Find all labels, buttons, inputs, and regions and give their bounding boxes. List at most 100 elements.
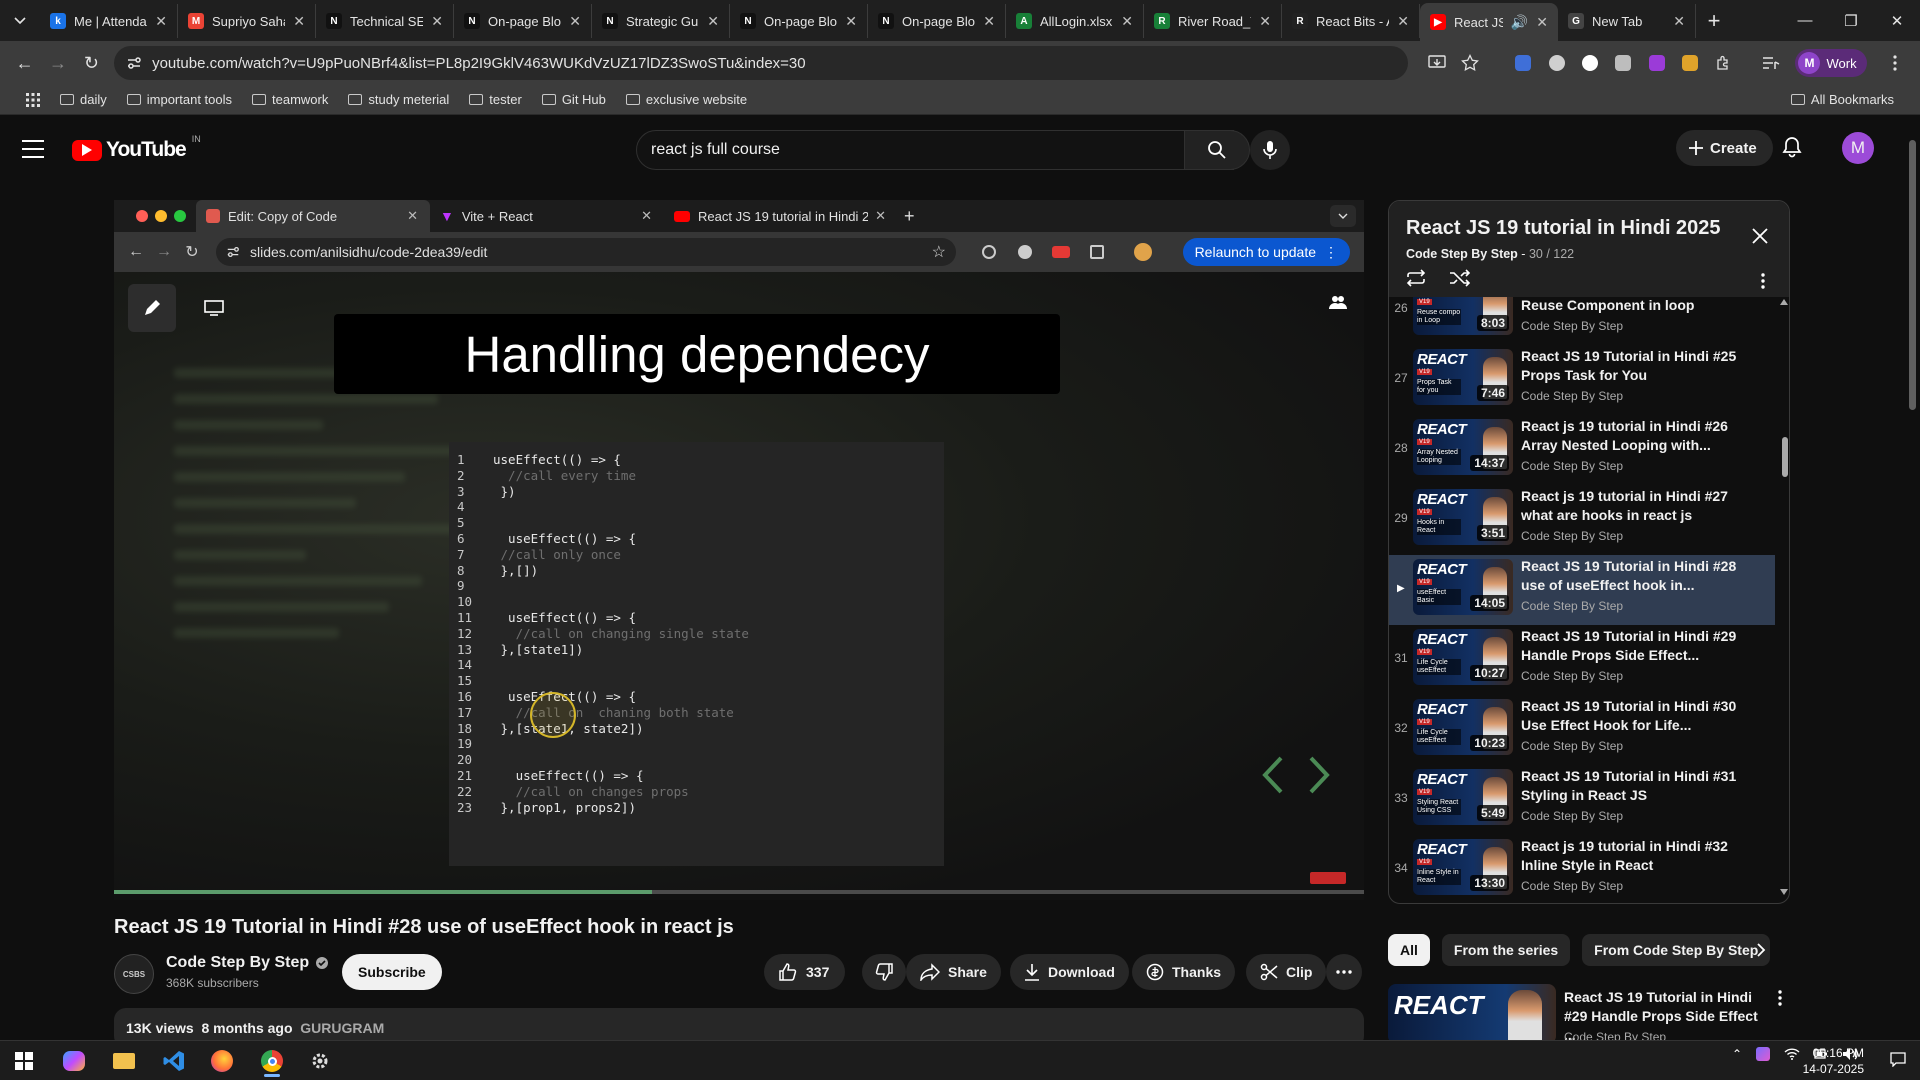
- loop-icon[interactable]: [1405, 269, 1427, 287]
- share-button[interactable]: Share: [906, 954, 1001, 990]
- settings-gear-icon[interactable]: [300, 1045, 340, 1077]
- voice-search-button[interactable]: [1250, 130, 1290, 170]
- channel-avatar[interactable]: CSBS: [114, 954, 154, 994]
- filter-chip[interactable]: From the series: [1441, 934, 1571, 966]
- tray-expand-icon[interactable]: ⌃: [1732, 1047, 1742, 1061]
- browser-tab[interactable]: N On-page Blog ✕: [454, 4, 592, 38]
- all-bookmarks-folder[interactable]: All Bookmarks: [1783, 89, 1902, 110]
- dislike-button[interactable]: [862, 954, 906, 990]
- playlist-item[interactable]: 29 REACT V19 Hooks in React 3:51 React js…: [1389, 485, 1775, 555]
- filter-chip[interactable]: From Code Step By Step: [1582, 934, 1771, 966]
- windows-start-icon[interactable]: [4, 1045, 44, 1077]
- chrome-taskbar-icon[interactable]: [252, 1045, 292, 1077]
- extension-circle-icon[interactable]: [1573, 46, 1606, 80]
- taskbar-clock[interactable]: 05:16 PM 14-07-2025: [1803, 1045, 1864, 1077]
- bookmark-star-icon[interactable]: [1453, 46, 1486, 80]
- bookmark-folder[interactable]: teamwork: [244, 89, 336, 110]
- more-actions-button[interactable]: [1326, 954, 1362, 990]
- channel-name-link[interactable]: Code Step By Step: [166, 954, 329, 972]
- tab-close-icon[interactable]: ✕: [155, 13, 167, 30]
- notifications-bell-icon[interactable]: [1782, 136, 1802, 158]
- extensions-puzzle-icon[interactable]: [1707, 46, 1740, 80]
- chips-next-icon[interactable]: [1756, 942, 1766, 958]
- browser-tab[interactable]: N On-page Blog ✕: [730, 4, 868, 38]
- restore-button[interactable]: ❐: [1828, 0, 1874, 41]
- tab-close-icon[interactable]: ✕: [707, 13, 719, 30]
- media-control-icon[interactable]: [1754, 46, 1787, 80]
- copilot-icon[interactable]: [54, 1045, 94, 1077]
- file-explorer-icon[interactable]: [104, 1045, 144, 1077]
- tab-close-icon[interactable]: ✕: [1536, 14, 1548, 31]
- tab-close-icon[interactable]: ✕: [983, 13, 995, 30]
- playlist-scroll-thumb[interactable]: [1782, 437, 1788, 477]
- like-button[interactable]: 337: [764, 954, 846, 990]
- bookmark-folder[interactable]: exclusive website: [618, 89, 755, 110]
- extension-calendar-icon[interactable]: [1507, 46, 1540, 80]
- browser-tab[interactable]: R React Bits - A ✕: [1282, 4, 1420, 38]
- video-progress-bar[interactable]: [114, 890, 1364, 894]
- playlist-item[interactable]: 31 REACT V19 Life Cycle useEffect 10:27 R…: [1389, 625, 1775, 695]
- clip-button[interactable]: Clip: [1246, 954, 1327, 990]
- minimize-button[interactable]: —: [1782, 0, 1828, 41]
- tab-close-icon[interactable]: ✕: [1397, 13, 1409, 30]
- playlist-close-icon[interactable]: [1751, 227, 1769, 245]
- reload-button[interactable]: ↻: [75, 46, 108, 80]
- site-info-icon[interactable]: [126, 55, 142, 71]
- playlist-item[interactable]: 27 REACT V19 Props Task for you 7:46 Reac…: [1389, 345, 1775, 415]
- browser-tab[interactable]: ▶ React JS 🔊 ✕: [1420, 3, 1558, 41]
- extension-gear-icon[interactable]: [1540, 46, 1573, 80]
- playlist-item[interactable]: 32 REACT V19 Life Cycle useEffect 10:23 R…: [1389, 695, 1775, 765]
- forward-button[interactable]: →: [41, 46, 74, 80]
- browser-tab[interactable]: k Me | Attendance ✕: [40, 4, 178, 38]
- tab-search-button[interactable]: [0, 0, 40, 41]
- extension-window-icon[interactable]: [1607, 46, 1640, 80]
- playlist-item[interactable]: 33 REACT V19 Styling React Using CSS 5:49…: [1389, 765, 1775, 835]
- new-tab-button[interactable]: +: [1696, 4, 1732, 38]
- playlist-item[interactable]: 28 REACT V19 Array Nested Looping 14:37 R…: [1389, 415, 1775, 485]
- search-button[interactable]: [1184, 130, 1250, 170]
- recommended-thumbnail[interactable]: REACT: [1388, 984, 1556, 1044]
- install-app-icon[interactable]: [1420, 46, 1453, 80]
- tab-close-icon[interactable]: ✕: [431, 13, 443, 30]
- tab-close-icon[interactable]: ✕: [1259, 13, 1271, 30]
- apps-grid-icon[interactable]: [18, 90, 48, 110]
- bookmark-folder[interactable]: daily: [52, 89, 115, 110]
- browser-tab[interactable]: A AllLogin.xlsx ✕: [1006, 4, 1144, 38]
- extension-purple-icon[interactable]: [1640, 46, 1673, 80]
- browser-tab[interactable]: G New Tab ✕: [1558, 4, 1696, 38]
- video-player[interactable]: Edit: Copy of Code ✕ ▼ Vite + React ✕ Reac…: [114, 200, 1364, 900]
- create-button[interactable]: Create: [1676, 130, 1773, 166]
- recommended-more-icon[interactable]: [1778, 990, 1782, 1006]
- playlist-item[interactable]: 26 REACTV19 Reuse compo in Loop 8:03 Rea…: [1389, 297, 1775, 345]
- search-input[interactable]: react js full course: [636, 130, 1234, 170]
- tab-close-icon[interactable]: ✕: [1121, 13, 1133, 30]
- bookmark-folder[interactable]: tester: [461, 89, 530, 110]
- youtube-logo[interactable]: YouTube IN: [72, 134, 201, 162]
- browser-tab[interactable]: N Technical SEO ✕: [316, 4, 454, 38]
- menu-hamburger-icon[interactable]: [22, 140, 44, 158]
- shuffle-icon[interactable]: [1449, 269, 1471, 287]
- extension-yellow-icon[interactable]: [1673, 46, 1706, 80]
- playlist-item-current[interactable]: ▶ REACT V19 useEffect Basic 14:05 React J…: [1389, 555, 1775, 625]
- vscode-icon[interactable]: [154, 1045, 194, 1077]
- tray-app-icon[interactable]: [1756, 1047, 1770, 1061]
- playlist-scrollbar[interactable]: [1779, 297, 1789, 897]
- notification-center-icon[interactable]: [1890, 1051, 1906, 1067]
- playlist-channel[interactable]: Code Step By Step: [1406, 247, 1518, 261]
- bookmark-folder[interactable]: important tools: [119, 89, 240, 110]
- browser-tab[interactable]: R River Road_T ✕: [1144, 4, 1282, 38]
- playlist-title[interactable]: React JS 19 tutorial in Hindi 2025: [1406, 217, 1721, 240]
- page-scrollbar[interactable]: [1905, 116, 1920, 1036]
- firefox-icon[interactable]: [202, 1045, 242, 1077]
- close-window-button[interactable]: ✕: [1874, 0, 1920, 41]
- download-button[interactable]: Download: [1010, 954, 1129, 990]
- browser-tab[interactable]: M Supriyo Saha ✕: [178, 4, 316, 38]
- back-button[interactable]: ←: [8, 46, 41, 80]
- account-avatar[interactable]: M: [1842, 132, 1874, 164]
- tab-close-icon[interactable]: ✕: [845, 13, 857, 30]
- tab-close-icon[interactable]: ✕: [569, 13, 581, 30]
- tab-audio-icon[interactable]: 🔊: [1511, 14, 1528, 31]
- chrome-menu-icon[interactable]: [1879, 46, 1912, 80]
- subscribe-button[interactable]: Subscribe: [342, 954, 442, 990]
- bookmark-folder[interactable]: study meterial: [340, 89, 457, 110]
